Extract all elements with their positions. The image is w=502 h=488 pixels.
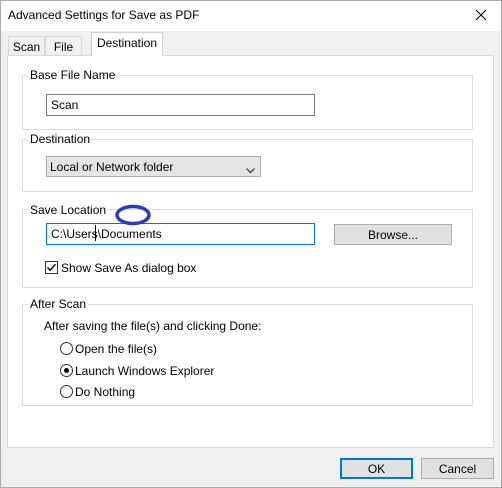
tab-destination-label: Destination (96, 36, 158, 50)
after-scan-legend: After Scan (28, 297, 89, 311)
save-location-legend: Save Location (28, 203, 109, 217)
tab-file[interactable]: File (45, 36, 82, 56)
ok-button[interactable]: OK (340, 458, 413, 479)
close-icon[interactable] (465, 3, 497, 27)
save-location-path-input[interactable]: C:\Users\Documents (46, 223, 315, 245)
base-file-name-legend: Base File Name (28, 68, 118, 82)
destination-select-value: Local or Network folder (50, 160, 174, 174)
chevron-down-icon (246, 163, 255, 177)
tab-scan[interactable]: Scan (8, 36, 45, 56)
destination-legend: Destination (28, 132, 93, 146)
dialog-window: Advanced Settings for Save as PDF Scan F… (0, 0, 502, 488)
radio-do-nothing[interactable] (60, 385, 73, 398)
show-save-as-label[interactable]: Show Save As dialog box (61, 261, 196, 275)
save-location-group (22, 209, 473, 288)
destination-select[interactable]: Local or Network folder (46, 156, 261, 177)
radio-open-files-label[interactable]: Open the file(s) (75, 342, 157, 356)
base-file-name-input[interactable]: Scan (46, 94, 315, 116)
radio-launch-explorer[interactable] (60, 364, 73, 377)
window-title: Advanced Settings for Save as PDF (8, 8, 200, 22)
radio-launch-explorer-label[interactable]: Launch Windows Explorer (75, 364, 214, 378)
radio-open-files[interactable] (60, 342, 73, 355)
browse-button[interactable]: Browse... (334, 224, 452, 245)
title-bar: Advanced Settings for Save as PDF (1, 1, 501, 31)
after-scan-prompt: After saving the file(s) and clicking Do… (44, 319, 262, 333)
tab-scan-label: Scan (12, 40, 41, 54)
text-cursor (95, 225, 96, 241)
cancel-button[interactable]: Cancel (421, 458, 494, 479)
show-save-as-checkbox[interactable] (45, 261, 58, 274)
radio-do-nothing-label[interactable]: Do Nothing (75, 385, 135, 399)
checkmark-icon (47, 263, 57, 272)
annotation-ellipse-icon (115, 204, 151, 226)
tab-panel-destination: Base File Name Scan Destination Local or… (7, 55, 494, 448)
tab-file-label: File (53, 40, 74, 54)
radio-selected-dot (64, 368, 69, 373)
tab-destination[interactable]: Destination (91, 32, 163, 56)
